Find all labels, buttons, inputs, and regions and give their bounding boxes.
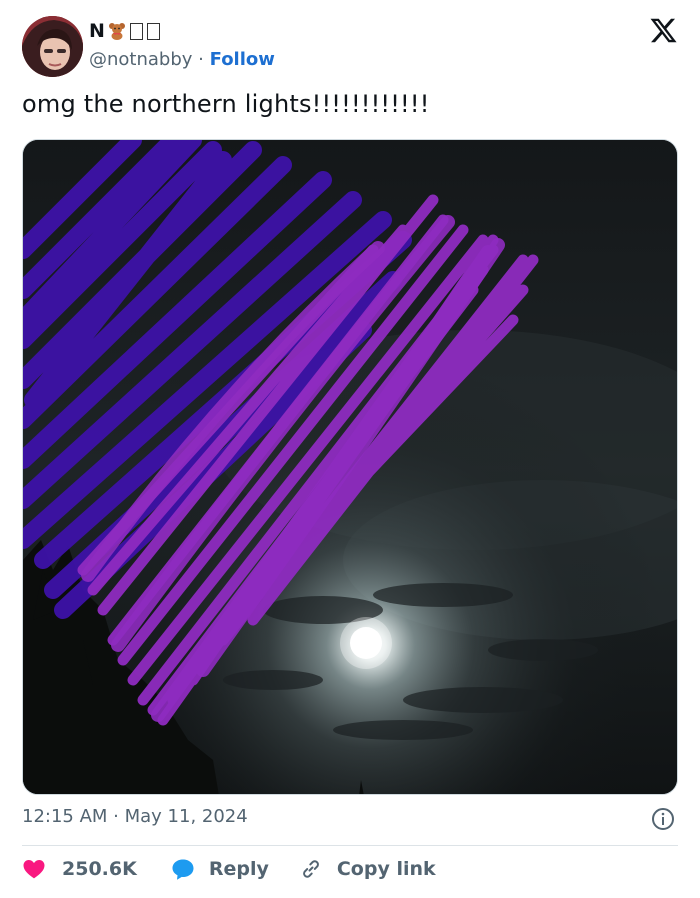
tweet-timestamp[interactable]: 12:15 AM · May 11, 2024 xyxy=(22,806,248,827)
like-button[interactable]: 250.6K xyxy=(22,857,137,881)
handle-separator: · xyxy=(198,49,204,70)
teddy-bear-icon xyxy=(108,23,125,40)
divider xyxy=(22,845,678,846)
copy-link-label: Copy link xyxy=(336,858,436,880)
heart-icon xyxy=(23,860,45,879)
avatar-image xyxy=(22,16,83,77)
tweet-photo[interactable] xyxy=(22,139,678,795)
tweet-date: May 11, 2024 xyxy=(124,806,248,827)
info-icon[interactable] xyxy=(651,807,675,831)
x-logo-icon[interactable] xyxy=(649,16,678,45)
meta-separator: · xyxy=(107,806,125,827)
action-bar: 250.6K Reply Copy link xyxy=(22,857,436,881)
tweet-text: omg the northern lights!!!!!!!!!!!! xyxy=(22,90,430,118)
display-name[interactable]: N xyxy=(89,20,105,42)
night-sky-photo xyxy=(23,140,677,794)
reply-button[interactable]: Reply xyxy=(171,857,269,881)
follow-button[interactable]: Follow xyxy=(210,49,275,70)
speech-bubble-icon xyxy=(172,859,194,880)
tweet-header: N @notnabby · Follow xyxy=(22,16,680,80)
link-icon xyxy=(302,860,319,878)
unrendered-glyph-icon xyxy=(129,22,143,40)
copy-link-button[interactable]: Copy link xyxy=(299,857,436,881)
handle-row: @notnabby · Follow xyxy=(89,49,275,70)
display-name-row: N xyxy=(89,20,160,42)
tweet-time: 12:15 AM xyxy=(22,806,108,827)
reply-label: Reply xyxy=(208,858,269,880)
user-handle[interactable]: @notnabby xyxy=(89,49,192,70)
unrendered-glyph-icon xyxy=(146,22,160,40)
avatar[interactable] xyxy=(22,16,83,77)
like-count: 250.6K xyxy=(62,858,137,880)
